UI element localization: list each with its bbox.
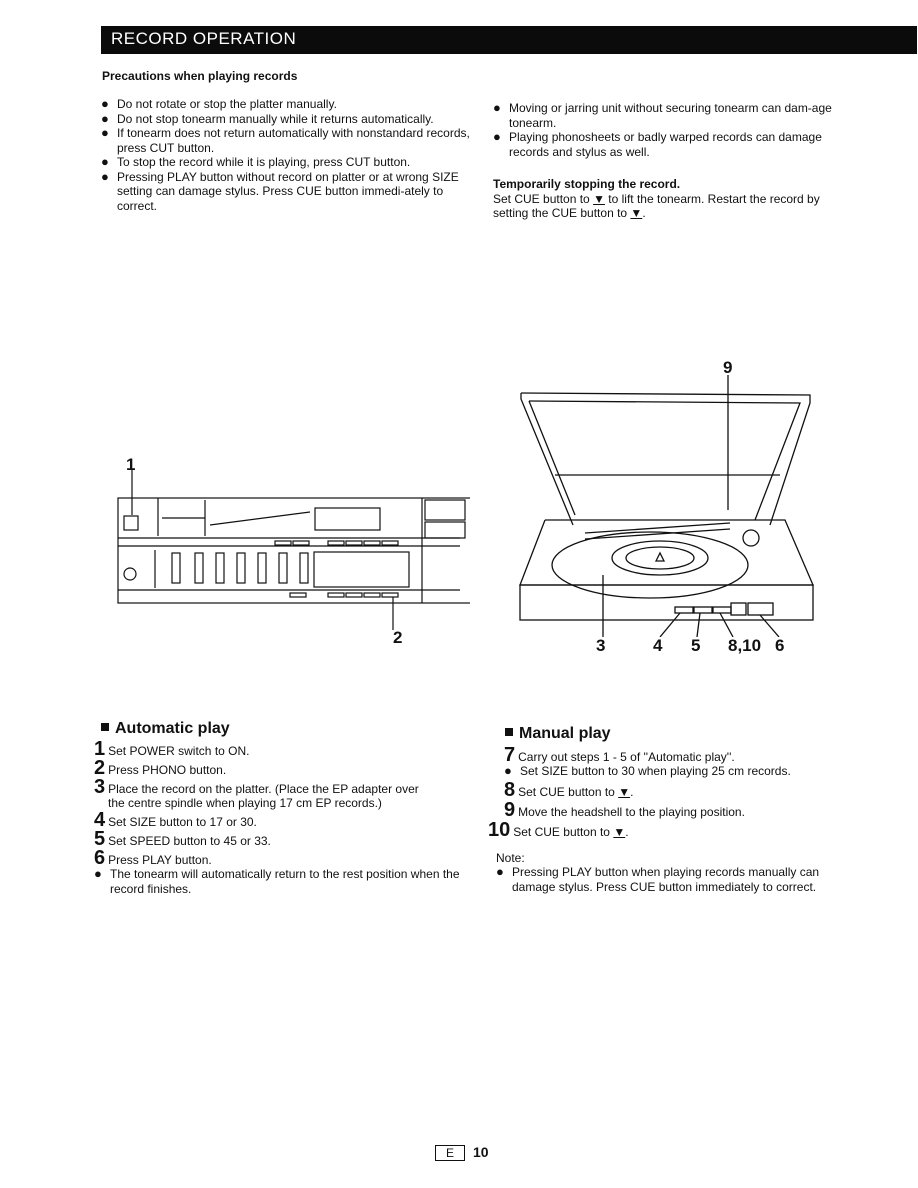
bullet-icon: ● xyxy=(101,154,109,169)
section-header-bar: RECORD OPERATION xyxy=(101,26,917,54)
turntable-illustration xyxy=(519,375,814,637)
precautions-right-list: ● Moving or jarring unit without securing… xyxy=(493,100,858,159)
step-item: 1 Set POWER switch to ON. xyxy=(94,738,250,760)
bullet-icon: ● xyxy=(101,96,109,111)
list-item: ● The tonearm will automatically return t… xyxy=(94,866,460,896)
bullet-icon: ● xyxy=(101,125,109,140)
bullet-icon: ● xyxy=(493,100,501,115)
step-item: 6 Press PLAY button. xyxy=(94,847,212,869)
amplifier-illustration xyxy=(117,470,470,630)
step-item: 10 Set CUE button to ▼. xyxy=(488,818,629,841)
cue-down-icon: ▼ xyxy=(630,206,643,220)
temporary-stop-section: Temporarily stopping the record. Set CUE… xyxy=(493,177,858,221)
list-item: ● Set SIZE button to 30 when playing 25 c… xyxy=(504,763,791,778)
automatic-play-steps: 1 Set POWER switch to ON. 2 Press PHONO bu… xyxy=(94,738,469,896)
precautions-title: Precautions when playing records xyxy=(102,69,298,83)
temporary-stop-text: Set CUE button to ▼ to lift the tonearm.… xyxy=(493,191,820,221)
precautions-left-list: ● Do not rotate or stop the platter manua… xyxy=(101,96,471,213)
step-item: 4 Set SIZE button to 17 or 30. xyxy=(94,809,257,831)
manual-play-heading: Manual play xyxy=(505,725,611,743)
callout-5: 5 xyxy=(691,636,701,655)
step-item: 7 Carry out steps 1 - 5 of ''Automatic pl… xyxy=(504,744,735,766)
step-item: 5 Set SPEED button to 45 or 33. xyxy=(94,828,271,850)
page-number: 10 xyxy=(473,1144,489,1160)
step-item: 2 Press PHONO button. xyxy=(94,757,227,779)
list-item: ● Pressing PLAY button when playing recor… xyxy=(496,864,820,894)
step-item: 3 Place the record on the platter. (Place… xyxy=(94,776,419,810)
note-label: Note: xyxy=(496,850,525,865)
callout-6: 6 xyxy=(775,636,785,655)
page-title: RECORD OPERATION xyxy=(111,29,297,48)
list-item: ● Playing phonosheets or badly warped rec… xyxy=(493,129,822,159)
list-item: ● Do not rotate or stop the platter manua… xyxy=(101,96,337,111)
manual-play-steps: 7 Carry out steps 1 - 5 of ''Automatic pl… xyxy=(488,744,863,894)
square-bullet-icon xyxy=(101,723,109,731)
cue-down-icon: ▼ xyxy=(593,191,605,206)
step-item: 9 Move the headshell to the playing posit… xyxy=(504,798,745,821)
callout-8-10: 8,10 xyxy=(728,636,762,655)
callout-4: 4 xyxy=(653,636,663,655)
automatic-play-heading: Automatic play xyxy=(101,720,230,738)
bullet-icon: ● xyxy=(493,129,501,144)
bullet-icon: ● xyxy=(94,866,102,881)
cue-down-icon: ▼ xyxy=(618,784,631,799)
cue-down-icon: ▼ xyxy=(613,824,626,839)
callout-3: 3 xyxy=(596,636,606,655)
bullet-icon: ● xyxy=(101,110,109,126)
callout-2: 2 xyxy=(393,628,403,647)
bullet-icon: ● xyxy=(504,763,512,778)
list-item: ● Do not stop tonearm manually while it r… xyxy=(101,110,434,126)
list-item: ● Moving or jarring unit without securing… xyxy=(493,100,832,130)
bullet-icon: ● xyxy=(101,168,109,184)
bullet-icon: ● xyxy=(496,864,504,879)
list-item: ● Pressing PLAY button without record on … xyxy=(101,168,459,213)
step-item: 8 Set CUE button to ▼. xyxy=(504,778,634,801)
square-bullet-icon xyxy=(505,728,513,736)
power-switch xyxy=(123,515,139,531)
language-badge: E xyxy=(435,1145,465,1161)
temporary-stop-title: Temporarily stopping the record. xyxy=(493,177,681,191)
list-item: ● To stop the record while it is playing,… xyxy=(101,154,411,169)
list-item: ● If tonearm does not return automaticall… xyxy=(101,125,470,155)
